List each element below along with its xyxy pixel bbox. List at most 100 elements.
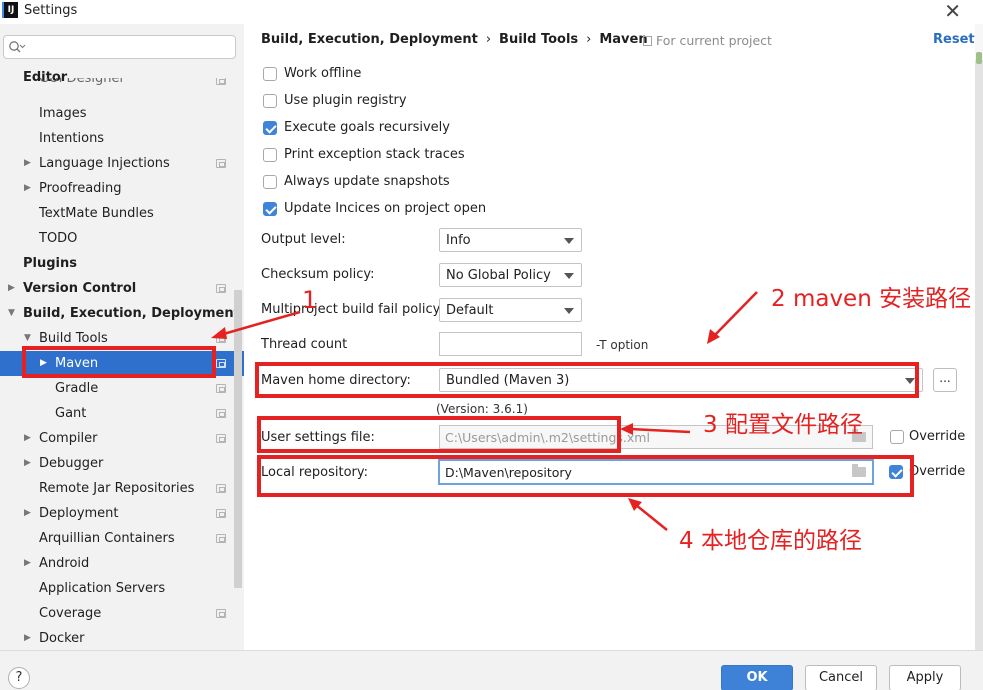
chevron-down-icon — [564, 273, 574, 279]
sidebar-item-language-injections[interactable]: ▶ Language Injections — [0, 151, 232, 176]
content-scrollbar[interactable] — [975, 24, 983, 650]
scope-indicator: For current project — [643, 33, 772, 48]
breadcrumb-item: Build Tools — [499, 32, 579, 47]
expand-arrow-icon[interactable]: ▶ — [24, 626, 31, 651]
multiproject-policy-label: Multiproject build fail policy: — [261, 302, 444, 317]
sidebar-item-gui-designer[interactable]: GUI Designer — [0, 78, 232, 92]
thread-count-input[interactable] — [439, 332, 582, 356]
sidebar-item-proofreading[interactable]: ▶ Proofreading — [0, 176, 232, 201]
checkbox[interactable] — [263, 67, 277, 81]
sidebar-scrollbar[interactable] — [234, 290, 242, 588]
project-scope-icon — [216, 334, 226, 343]
multiproject-policy-select[interactable]: Default — [439, 298, 582, 322]
sidebar-item-images[interactable]: Images — [0, 101, 232, 126]
close-icon[interactable]: ✕ — [944, 0, 961, 22]
browse-maven-home-button[interactable]: ... — [933, 368, 957, 392]
sidebar-item-docker[interactable]: ▶ Docker — [0, 626, 232, 651]
project-scope-icon — [216, 509, 226, 518]
checkbox-label: Execute goals recursively — [284, 120, 450, 135]
sidebar-item-version-control[interactable]: ▶ Version Control — [0, 276, 232, 301]
checkbox-checked[interactable] — [263, 202, 277, 216]
checkbox[interactable] — [263, 175, 277, 189]
sidebar-item-remote-jar-repositories[interactable]: Remote Jar Repositories — [0, 476, 232, 501]
sidebar-item-plugins[interactable]: Plugins — [0, 251, 232, 276]
project-scope-icon — [643, 36, 652, 46]
sidebar-item-label: Version Control — [23, 281, 137, 296]
sidebar-item-label: Compiler — [39, 431, 98, 446]
project-scope-icon — [216, 484, 226, 493]
sidebar-item-todo[interactable]: TODO — [0, 226, 232, 251]
annotation-arrowhead-2 — [707, 329, 720, 344]
checksum-policy-select[interactable]: No Global Policy — [439, 263, 582, 287]
checkbox-label: Always update snapshots — [284, 174, 450, 189]
scrollbar-thumb[interactable] — [975, 60, 983, 650]
checkbox-label: Print exception stack traces — [284, 147, 465, 162]
sidebar-item-label: Plugins — [23, 256, 77, 271]
cancel-button[interactable]: Cancel — [805, 665, 877, 690]
sidebar-item-label: Intentions — [39, 131, 105, 146]
annotation-label-4: 4 本地仓库的路径 — [679, 528, 862, 554]
sidebar-item-coverage[interactable]: Coverage — [0, 601, 232, 626]
checkbox[interactable] — [263, 94, 277, 108]
breadcrumb-item: Build, Execution, Deployment — [261, 32, 478, 47]
checkbox-label: Work offline — [284, 66, 362, 81]
sidebar-item-label: Gant — [55, 406, 87, 421]
title-bar: IJ Settings ✕ — [0, 0, 983, 24]
sidebar-item-android[interactable]: ▶ Android — [0, 551, 232, 576]
sidebar-item-arquillian-containers[interactable]: Arquillian Containers — [0, 526, 232, 551]
sidebar-item-intentions[interactable]: Intentions — [0, 126, 232, 151]
sidebar-item-label: Remote Jar Repositories — [39, 481, 195, 496]
annotation-label-3: 3 配置文件路径 — [703, 412, 863, 438]
sidebar-item-label: Application Servers — [39, 581, 166, 596]
ok-button[interactable]: OK — [721, 665, 793, 690]
annotation-label-2: 2 maven 安装路径 — [771, 286, 972, 312]
sidebar-item-build-execution-deployment[interactable]: ▼ Build, Execution, Deployment — [0, 301, 240, 326]
project-scope-icon — [216, 284, 226, 293]
sidebar-item-label: TODO — [39, 231, 78, 246]
expand-arrow-icon[interactable]: ▶ — [24, 176, 31, 201]
sidebar-item-deployment[interactable]: ▶ Deployment — [0, 501, 232, 526]
sidebar-item-textmate-bundles[interactable]: TextMate Bundles — [0, 201, 232, 226]
output-level-label: Output level: — [261, 232, 346, 247]
settings-search-input[interactable] — [3, 35, 236, 59]
thread-count-hint: -T option — [596, 338, 649, 352]
output-level-select[interactable]: Info — [439, 228, 582, 252]
status-marker — [976, 52, 982, 64]
checkbox[interactable] — [263, 148, 277, 162]
sidebar-item-gradle[interactable]: Gradle — [0, 376, 232, 401]
sidebar-item-label: Arquillian Containers — [39, 531, 175, 546]
user-settings-override-checkbox[interactable] — [890, 430, 904, 444]
expand-arrow-icon[interactable]: ▶ — [8, 276, 15, 301]
checkbox-checked[interactable] — [263, 121, 277, 135]
reset-link[interactable]: Reset — [933, 32, 975, 47]
expand-arrow-icon[interactable]: ▶ — [24, 151, 31, 176]
collapse-arrow-icon[interactable]: ▼ — [8, 301, 15, 326]
sidebar-item-label: Android — [39, 556, 90, 571]
expand-arrow-icon[interactable]: ▶ — [24, 426, 31, 451]
breadcrumb: Build, Execution, Deployment › Build Tools… — [261, 32, 648, 47]
project-scope-icon — [216, 159, 226, 168]
sidebar-item-label: Build, Execution, Deployment — [23, 306, 240, 321]
expand-arrow-icon[interactable]: ▶ — [24, 551, 31, 576]
expand-arrow-icon[interactable]: ▶ — [24, 501, 31, 526]
settings-sidebar: Editor GUI Designer Images Intentions ▶ L… — [0, 24, 244, 650]
override-label: Override — [909, 429, 966, 444]
breadcrumb-separator: › — [586, 32, 592, 47]
apply-button[interactable]: Apply — [889, 665, 961, 690]
sidebar-item-debugger[interactable]: ▶ Debugger — [0, 451, 232, 476]
select-value: No Global Policy — [446, 268, 551, 283]
checkbox-label: Use plugin registry — [284, 93, 407, 108]
chevron-down-icon — [564, 238, 574, 244]
sidebar-item-application-servers[interactable]: Application Servers — [0, 576, 232, 601]
window-title: Settings — [24, 3, 78, 18]
sidebar-item-label: Coverage — [39, 606, 102, 621]
expand-arrow-icon[interactable]: ▶ — [24, 451, 31, 476]
help-button[interactable]: ? — [8, 667, 30, 689]
annotation-arrowhead-4 — [628, 498, 642, 511]
checksum-policy-label: Checksum policy: — [261, 267, 375, 282]
annotation-arrow-4 — [635, 504, 668, 531]
sidebar-item-gant[interactable]: Gant — [0, 401, 232, 426]
sidebar-item-compiler[interactable]: ▶ Compiler — [0, 426, 232, 451]
chevron-down-icon — [564, 308, 574, 314]
search-icon — [9, 41, 26, 53]
